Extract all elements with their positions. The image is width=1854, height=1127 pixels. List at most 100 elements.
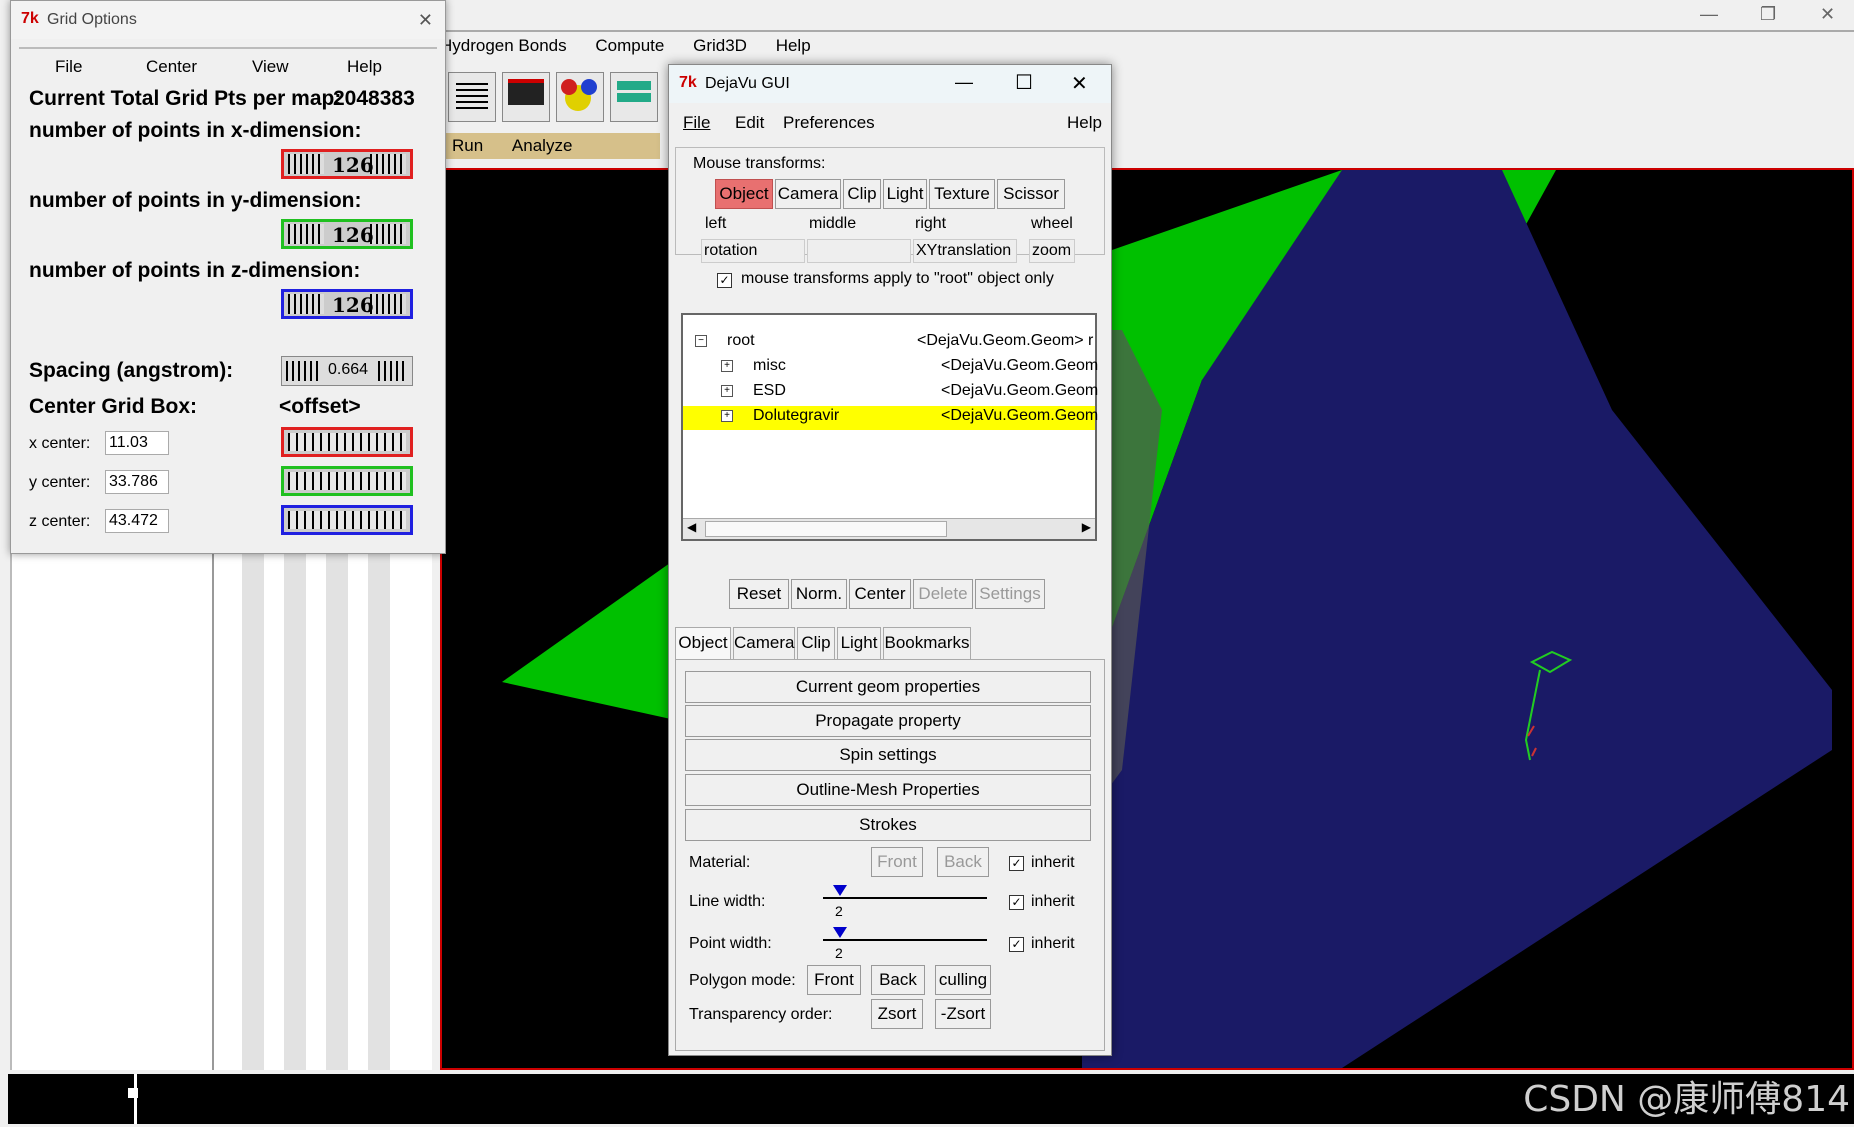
x-center-input[interactable]: 11.03	[105, 431, 169, 455]
material-label: Material:	[689, 854, 751, 871]
mt-tab-scissor[interactable]: Scissor	[997, 179, 1065, 209]
expand-icon[interactable]: +	[721, 385, 733, 397]
grid-menu-view[interactable]: View	[252, 57, 289, 77]
mouse-transforms-label: Mouse transforms:	[691, 155, 828, 173]
menu-compute[interactable]: Compute	[595, 36, 664, 56]
dv-menu-preferences[interactable]: Preferences	[783, 113, 875, 133]
dv-menu-edit[interactable]: Edit	[735, 113, 764, 133]
outline-mesh-properties-button[interactable]: Outline-Mesh Properties	[685, 774, 1091, 806]
mt-tab-light[interactable]: Light	[883, 179, 927, 209]
material-front-button[interactable]: Front	[871, 847, 923, 877]
network-icon[interactable]	[610, 72, 658, 122]
maximize-icon[interactable]: ☐	[1015, 70, 1033, 95]
restore-icon[interactable]: ❐	[1760, 4, 1776, 25]
tab-analyze[interactable]: Analyze	[500, 133, 584, 159]
menu-divider	[440, 30, 1854, 32]
time-slider-handle[interactable]	[128, 1088, 138, 1098]
center-grid-box-label: Center Grid Box:	[29, 395, 198, 418]
molecule-icon[interactable]	[556, 72, 604, 122]
dv-menu-help[interactable]: Help	[1067, 113, 1102, 133]
tab-light[interactable]: Light	[837, 627, 881, 659]
polygon-culling-button[interactable]: culling	[935, 965, 991, 995]
line-width-value: 2	[835, 903, 843, 919]
tab-object[interactable]: Object	[675, 627, 731, 659]
polygon-back-button[interactable]: Back	[871, 965, 925, 995]
tab-run[interactable]: Run	[440, 133, 495, 159]
scroll-right-icon[interactable]: ▶	[1082, 520, 1091, 534]
menu-hydrogen-bonds[interactable]: Hydrogen Bonds	[440, 36, 567, 56]
reset-button[interactable]: Reset	[729, 579, 789, 609]
expand-icon[interactable]: +	[721, 410, 733, 422]
neg-zsort-button[interactable]: -Zsort	[935, 999, 991, 1029]
tree-row-dolutegravir[interactable]: + Dolutegravir <DejaVu.Geom.Geom	[683, 406, 1099, 430]
zsort-button[interactable]: Zsort	[871, 999, 923, 1029]
point-width-handle-icon[interactable]	[833, 927, 847, 938]
scroll-left-icon[interactable]: ◀	[687, 520, 696, 534]
y-center-input[interactable]: 33.786	[105, 470, 169, 494]
mt-tab-texture[interactable]: Texture	[929, 179, 995, 209]
material-inherit-checkbox[interactable]: ✓	[1009, 856, 1024, 871]
y-center-thumbwheel[interactable]	[281, 466, 413, 496]
text-align-icon[interactable]	[448, 72, 496, 122]
z-points-value: 126	[332, 293, 374, 317]
spacing-label: Spacing (angstrom):	[29, 359, 234, 382]
close-icon[interactable]: ✕	[1071, 71, 1088, 96]
center-button[interactable]: Center	[849, 579, 911, 609]
menu-help[interactable]: Help	[776, 36, 811, 56]
monitor-icon[interactable]	[502, 72, 550, 122]
mt-tab-camera[interactable]: Camera	[775, 179, 841, 209]
propagate-property-button[interactable]: Propagate property	[685, 705, 1091, 737]
point-width-slider[interactable]	[823, 939, 987, 941]
dv-menu-file[interactable]: File	[683, 113, 710, 133]
z-center-thumbwheel[interactable]	[281, 505, 413, 535]
y-points-thumbwheel[interactable]: 126	[281, 219, 413, 249]
tree-row-root[interactable]: − root <DejaVu.Geom.Geom> r	[683, 331, 1095, 355]
tree-hscrollbar[interactable]: ◀ ▶	[683, 518, 1095, 539]
tree-node-type: <DejaVu.Geom.Geom	[941, 407, 1099, 424]
line-width-inherit-checkbox[interactable]: ✓	[1009, 895, 1024, 910]
mt-tab-object[interactable]: Object	[715, 179, 773, 209]
left-side-panel	[10, 550, 432, 1070]
settings-button[interactable]: Settings	[975, 579, 1045, 609]
grid-menu-center[interactable]: Center	[146, 57, 197, 77]
z-center-input[interactable]: 43.472	[105, 509, 169, 533]
expand-icon[interactable]: +	[721, 360, 733, 372]
line-width-slider[interactable]	[823, 897, 987, 899]
x-center-thumbwheel[interactable]	[281, 427, 413, 457]
spacing-thumbwheel[interactable]: 0.664	[281, 356, 413, 386]
current-geom-properties-button[interactable]: Current geom properties	[685, 671, 1091, 703]
tree-row-misc[interactable]: + misc <DejaVu.Geom.Geom	[683, 356, 1098, 380]
mb-left-field[interactable]: rotation	[701, 239, 805, 263]
mb-wheel-field[interactable]: zoom	[1029, 239, 1075, 263]
polygon-front-button[interactable]: Front	[807, 965, 861, 995]
collapse-icon[interactable]: −	[695, 335, 707, 347]
tree-row-esd[interactable]: + ESD <DejaVu.Geom.Geom	[683, 381, 1098, 405]
norm-button[interactable]: Norm.	[791, 579, 847, 609]
tab-clip[interactable]: Clip	[797, 627, 835, 659]
strokes-button[interactable]: Strokes	[685, 809, 1091, 841]
point-width-inherit-checkbox[interactable]: ✓	[1009, 937, 1024, 952]
scroll-thumb[interactable]	[705, 521, 947, 537]
root-only-checkbox[interactable]: ✓	[717, 273, 732, 288]
polygon-mode-label: Polygon mode:	[689, 972, 796, 989]
x-points-thumbwheel[interactable]: 126	[281, 149, 413, 179]
mb-middle-field[interactable]	[807, 239, 911, 263]
delete-button[interactable]: Delete	[913, 579, 973, 609]
object-tree[interactable]: − root <DejaVu.Geom.Geom> r + misc <Deja…	[681, 313, 1099, 541]
grid-menu-file[interactable]: File	[55, 57, 82, 77]
minimize-icon[interactable]: —	[955, 72, 973, 93]
menu-grid3d[interactable]: Grid3D	[693, 36, 747, 56]
spin-settings-button[interactable]: Spin settings	[685, 739, 1091, 771]
tab-camera[interactable]: Camera	[733, 627, 795, 659]
mb-right-field[interactable]: XYtranslation	[913, 239, 1017, 263]
3d-viewer[interactable]	[440, 168, 1854, 1070]
z-points-thumbwheel[interactable]: 126	[281, 289, 413, 319]
mt-tab-clip[interactable]: Clip	[843, 179, 881, 209]
line-width-handle-icon[interactable]	[833, 885, 847, 896]
close-icon[interactable]: ✕	[418, 10, 433, 31]
tab-bookmarks[interactable]: Bookmarks	[883, 627, 971, 659]
material-back-button[interactable]: Back	[937, 847, 989, 877]
grid-menu-help[interactable]: Help	[347, 57, 382, 77]
minimize-icon[interactable]: —	[1700, 4, 1718, 25]
close-icon[interactable]: ✕	[1820, 4, 1835, 25]
